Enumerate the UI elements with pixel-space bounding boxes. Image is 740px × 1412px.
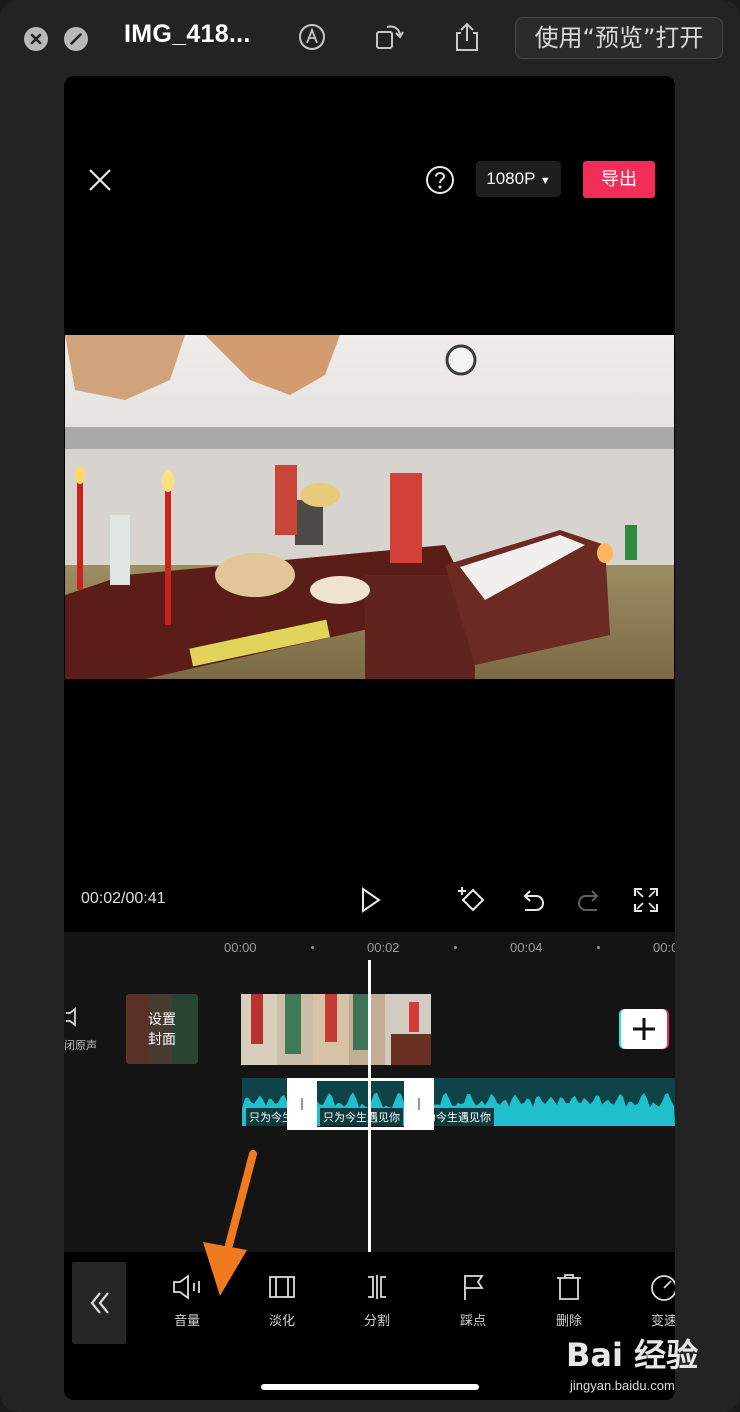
close-window-button[interactable]: [24, 27, 48, 51]
add-clip-button[interactable]: [621, 1009, 667, 1049]
grip-line: [301, 1098, 303, 1110]
set-cover-button[interactable]: 设置 封面: [126, 994, 198, 1064]
document-title: IMG_418...: [124, 20, 251, 48]
close-icon[interactable]: [88, 168, 112, 192]
play-icon[interactable]: [355, 885, 385, 915]
time-readout: 00:02/00:41: [81, 890, 166, 907]
double-chevron-left-icon: [90, 1292, 109, 1314]
resolution-selector[interactable]: 1080P ▼: [476, 161, 561, 197]
timeline[interactable]: 00:00 00:02 00:04 00:0 闭原声 设置 封面 只为今生 只为…: [64, 932, 675, 1252]
trim-handle-right[interactable]: [404, 1078, 434, 1130]
close-icon: [30, 33, 42, 45]
video-clip[interactable]: [241, 994, 431, 1065]
video-preview[interactable]: [65, 335, 674, 679]
speaker-icon[interactable]: [64, 1006, 86, 1028]
cover-label-line1: 设置: [148, 1012, 176, 1028]
tool-beat[interactable]: 踩点: [440, 1272, 506, 1332]
caret-down-icon: ▼: [539, 175, 551, 187]
tool-label: 分割: [363, 1314, 390, 1329]
ruler-label: 00:04: [510, 940, 543, 955]
collapse-toolbar-button[interactable]: [72, 1262, 126, 1344]
home-indicator[interactable]: [261, 1384, 479, 1390]
tool-label: 音量: [173, 1314, 200, 1329]
rotate-icon[interactable]: [374, 22, 404, 52]
annotation-arrow: [203, 1150, 257, 1296]
mute-original-sound-label: 闭原声: [64, 1040, 97, 1052]
ruler-dot: [454, 946, 457, 949]
delete-icon: [557, 1274, 581, 1300]
speed-icon: [651, 1275, 675, 1301]
redo-icon[interactable]: [575, 885, 605, 915]
share-icon[interactable]: [452, 22, 482, 52]
tool-label: 删除: [555, 1314, 582, 1329]
watermark-text: Bai 经验: [566, 1336, 699, 1374]
split-icon: [368, 1275, 386, 1299]
tool-label: 踩点: [459, 1314, 486, 1329]
markup-icon[interactable]: [297, 22, 327, 52]
resolution-label: 1080P: [486, 169, 536, 188]
playhead[interactable]: [368, 960, 371, 1252]
cover-label: 设置 封面: [126, 1010, 198, 1050]
video-frame-image: [65, 335, 674, 679]
help-icon[interactable]: [425, 165, 455, 195]
tool-label: 淡化: [268, 1314, 295, 1329]
watermark-url: jingyan.baidu.com: [570, 1378, 675, 1393]
trim-handle-left[interactable]: [287, 1078, 317, 1130]
disabled-window-button[interactable]: [64, 27, 88, 51]
add-keyframe-icon[interactable]: [457, 885, 487, 915]
grip-line: [418, 1098, 420, 1110]
tool-speed[interactable]: 变速: [631, 1272, 675, 1332]
fade-icon: [269, 1276, 295, 1298]
fullscreen-icon[interactable]: [631, 885, 661, 915]
beat-flag-icon: [464, 1275, 484, 1300]
ruler-label: 00:00: [224, 940, 257, 955]
ruler-label: 00:02: [367, 940, 400, 955]
ruler-dot: [597, 946, 600, 949]
export-button[interactable]: 导出: [583, 161, 655, 198]
plus-icon: [633, 1018, 655, 1040]
baidu-jingyan-watermark: Bai 经验 jingyan.baidu.com: [566, 1330, 736, 1400]
open-with-preview-button[interactable]: 使用“预览”打开: [515, 17, 723, 59]
no-entry-icon: [70, 33, 82, 45]
tool-delete[interactable]: 删除: [536, 1272, 602, 1332]
preview-window: IMG_418... 使用“预览”打开 1080P ▼ 导出 00:02/00:…: [0, 0, 740, 1412]
phone-screen: 1080P ▼ 导出 00:02/00:41 00:00 00:02 00:04…: [64, 76, 675, 1400]
ruler-dot: [311, 946, 314, 949]
undo-icon[interactable]: [517, 885, 547, 915]
tool-split[interactable]: 分割: [344, 1272, 410, 1332]
clip-thumbnails: [241, 994, 431, 1065]
cover-label-line2: 封面: [148, 1032, 176, 1048]
window-toolbar: IMG_418... 使用“预览”打开: [0, 0, 740, 76]
tool-label: 变速: [650, 1314, 675, 1329]
ruler-label: 00:0: [653, 940, 675, 955]
